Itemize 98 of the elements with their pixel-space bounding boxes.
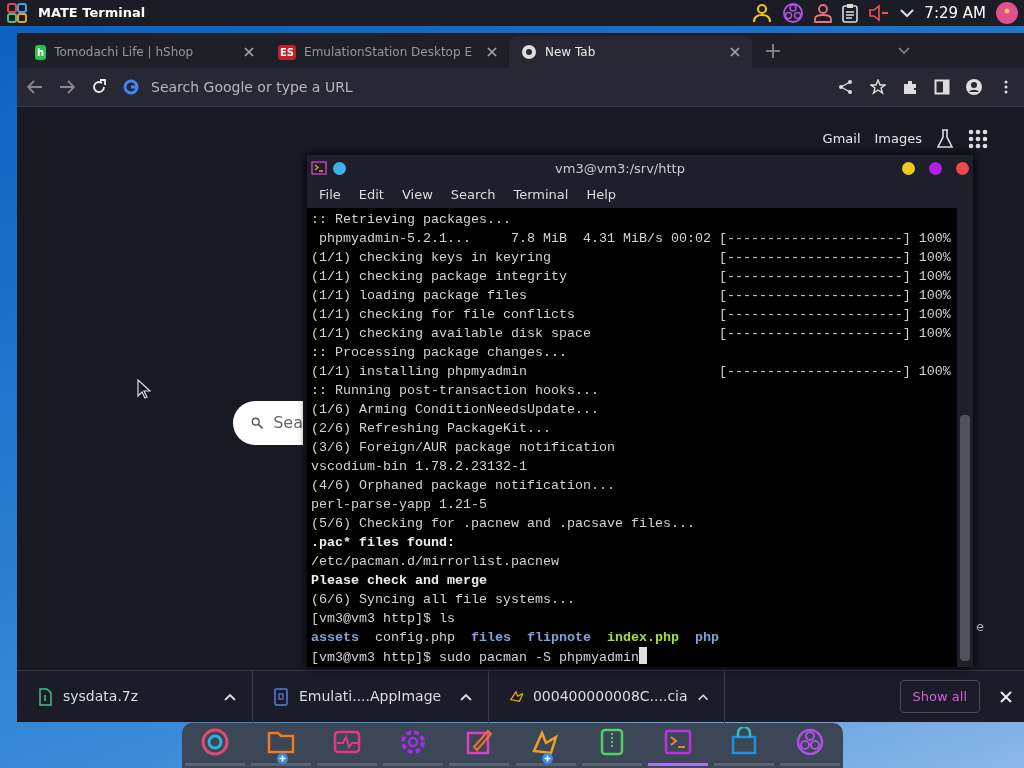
terminal-line: (1/1) checking keys in keyring [----------------------] 100% <box>311 250 951 265</box>
window-title: vm3@vm3:/srv/http <box>554 159 686 178</box>
terminal-line: /etc/pacman.d/mirrorlist.pacnew <box>311 554 559 569</box>
terminal-line: [vm3@vm3 http]$ sudo pacman -S phpmyadmin <box>311 650 639 665</box>
circle-logo-icon[interactable] <box>782 2 805 24</box>
terminal-line: (1/1) checking available disk space [----------------------] 100% <box>311 326 951 341</box>
chevron-up-icon[interactable] <box>697 692 708 701</box>
chevron-up-icon[interactable] <box>224 692 236 701</box>
pin-button[interactable] <box>333 162 346 175</box>
window-title: MATE Terminal <box>38 4 146 23</box>
download-item[interactable]: Emulati....AppImage <box>253 670 489 723</box>
terminal-line: (1/6) Arming ConditionNeedsUpdate... <box>311 402 599 417</box>
avatar-icon[interactable] <box>996 2 1018 24</box>
header-link[interactable]: Images <box>874 129 922 149</box>
circle-logo-icon <box>794 727 825 757</box>
browser-icon <box>200 727 231 757</box>
browser-tab[interactable]: h Tomodachi Life | hShop <box>23 36 266 68</box>
browser-tab[interactable]: ES EmulationStation Desktop E <box>266 36 509 68</box>
shortcut-label: e <box>976 618 984 636</box>
terminal-line: (1/1) installing phpmyadmin [----------------------] 100% <box>311 364 951 379</box>
plus-badge-icon <box>277 753 289 764</box>
user-icon[interactable] <box>814 3 833 23</box>
share-icon[interactable] <box>838 79 854 95</box>
dock-item[interactable] <box>581 727 642 766</box>
file-icon <box>37 687 53 706</box>
new-tab-icon[interactable] <box>766 44 780 58</box>
apps-grid-icon[interactable] <box>968 129 988 149</box>
person-icon[interactable] <box>752 3 773 23</box>
site-icon: h <box>35 44 47 60</box>
menu-item[interactable]: Edit <box>352 183 390 207</box>
site-icon: ES <box>278 44 297 60</box>
dock-item[interactable] <box>449 727 510 766</box>
dock-item[interactable] <box>713 727 774 766</box>
download-item[interactable]: sysdata.7z <box>17 670 253 723</box>
menu-item[interactable]: Help <box>580 183 623 207</box>
file-icon <box>273 687 289 706</box>
terminal-icon <box>662 727 693 757</box>
file-name: flipnote <box>527 630 591 645</box>
file-name: files <box>471 630 511 645</box>
terminal-line: (1/1) checking for file conflicts [----------------------] 100% <box>311 307 951 322</box>
search-engine-icon <box>123 79 139 95</box>
terminal-line: .pac* files found: <box>311 535 455 550</box>
menu-icon[interactable] <box>6 2 28 24</box>
close-icon[interactable] <box>487 47 497 57</box>
menu-item[interactable]: View <box>395 183 439 207</box>
back-icon[interactable] <box>27 80 43 94</box>
download-item[interactable]: 000400000008C....cia <box>489 670 725 723</box>
search-field[interactable]: Sea <box>233 401 303 445</box>
file-name: index.php <box>607 630 679 645</box>
flask-icon[interactable] <box>936 129 954 149</box>
reload-icon[interactable] <box>91 79 107 95</box>
header-link[interactable]: Gmail <box>822 129 861 149</box>
plus-badge-icon <box>541 753 553 764</box>
pencil-icon <box>464 727 495 757</box>
chevron-up-icon[interactable] <box>460 692 472 701</box>
scrollbar[interactable] <box>957 208 973 667</box>
close-icon[interactable] <box>244 47 254 57</box>
profile-icon[interactable] <box>966 79 982 95</box>
terminal-line: vscodium-bin 1.78.2.23132-1 <box>311 459 527 474</box>
maximize-button[interactable] <box>929 162 942 175</box>
file-name: config.php <box>375 630 455 645</box>
terminal-line: (1/1) loading package files [----------------------] 100% <box>311 288 951 303</box>
browser-logo-icon <box>521 44 537 60</box>
minimize-button[interactable] <box>902 162 915 175</box>
terminal-line: phpmyadmin-5.2.1... 7.8 MiB 4.31 MiB/s 00:02 [----------------------] 100% <box>318 231 951 246</box>
text-cursor <box>638 647 647 664</box>
terminal-line: :: Running post-transaction hooks... <box>311 383 599 398</box>
terminal-line: (5/6) Checking for .pacnew and .pacsave files... <box>311 516 695 531</box>
terminal-icon <box>311 161 327 176</box>
menu-item[interactable]: File <box>313 183 347 207</box>
terminal-line: [vm3@vm3 http]$ ls <box>311 611 455 626</box>
menu-item[interactable]: Search <box>444 183 502 207</box>
sidebar-icon[interactable] <box>934 79 950 95</box>
dock-item[interactable] <box>647 727 708 766</box>
terminal-line: :: Processing package changes... <box>311 345 567 360</box>
terminal-line: (2/6) Refreshing PackageKit... <box>311 421 551 436</box>
mouse-pointer-icon <box>137 379 151 399</box>
terminal-line: Please check and merge <box>311 573 487 588</box>
file-name: php <box>694 630 719 645</box>
file-name: assets <box>311 630 359 645</box>
clock[interactable]: 7:29 AM <box>924 1 986 25</box>
show-all-button[interactable]: Show all <box>899 679 980 714</box>
terminal-line: perl-parse-yapp 1.21-5 <box>311 497 487 512</box>
terminal-line: (1/1) checking package integrity [----------------------] 100% <box>311 269 951 284</box>
forward-icon[interactable] <box>59 80 75 94</box>
terminal-line: (3/6) Foreign/AUR package notification <box>311 440 615 455</box>
terminal-line: (4/6) Orphaned package notification... <box>311 478 615 493</box>
terminal-line: (6/6) Syncing all file systems... <box>311 592 575 607</box>
star-icon[interactable] <box>870 79 886 95</box>
puzzle-icon[interactable] <box>902 79 918 95</box>
menu-item[interactable]: Terminal <box>507 183 575 207</box>
clipboard-icon[interactable] <box>842 3 859 23</box>
dock-item[interactable] <box>185 727 246 766</box>
volume-muted-icon[interactable] <box>868 4 891 22</box>
terminal-line: :: Retrieving packages... <box>311 212 511 227</box>
close-icon[interactable] <box>730 47 740 57</box>
browser-tab[interactable]: New Tab <box>509 36 752 68</box>
close-button[interactable] <box>956 162 969 175</box>
